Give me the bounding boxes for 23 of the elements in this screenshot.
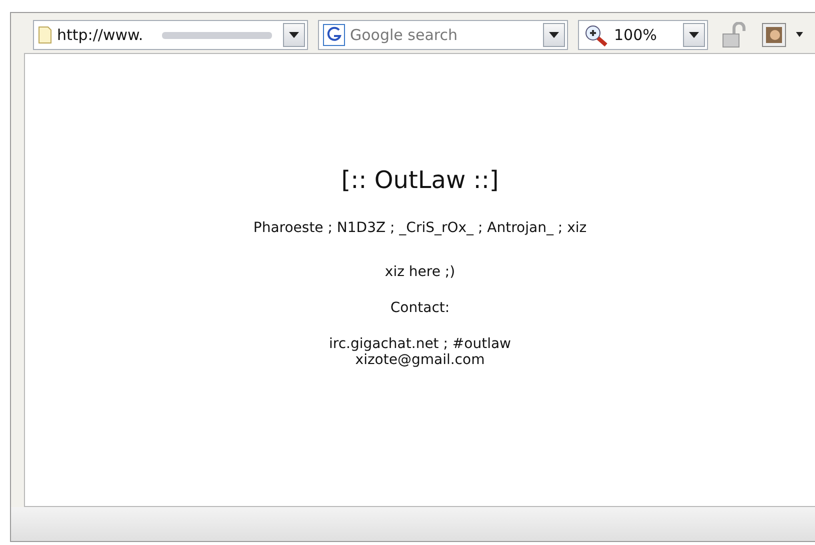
profile-picture-icon[interactable] <box>762 22 786 46</box>
dropdown-arrow-icon <box>689 32 699 38</box>
dropdown-button[interactable] <box>283 22 305 46</box>
contact-line: irc.gigachat.net ; #outlaw <box>329 336 511 352</box>
search-placeholder: Google search <box>350 26 458 44</box>
search-field[interactable]: Google search <box>318 20 568 50</box>
dropdown-arrow-icon[interactable] <box>796 32 803 37</box>
dropdown-button[interactable] <box>543 22 565 46</box>
members-text: Pharoeste ; N1D3Z ; _CriS_rOx_ ; Antrojan_ ; xiz <box>253 220 587 236</box>
url-text: http://www. <box>57 26 144 44</box>
dropdown-button[interactable] <box>683 22 705 46</box>
note-text: xiz here ;) <box>384 264 456 280</box>
zoom-field[interactable]: 100% <box>578 20 708 50</box>
zoom-in-icon <box>583 22 609 46</box>
dropdown-arrow-icon <box>289 32 299 38</box>
g-letter-icon <box>323 24 345 46</box>
page-icon <box>38 26 52 44</box>
address-field[interactable]: http://www. <box>33 20 308 50</box>
contact-line: xizote@gmail.com <box>355 352 485 368</box>
page-title: [:: OutLaw ::] <box>341 166 499 194</box>
dropdown-arrow-icon <box>549 32 559 38</box>
contact-label: Contact: <box>390 300 450 316</box>
zoom-value: 100% <box>614 26 658 44</box>
